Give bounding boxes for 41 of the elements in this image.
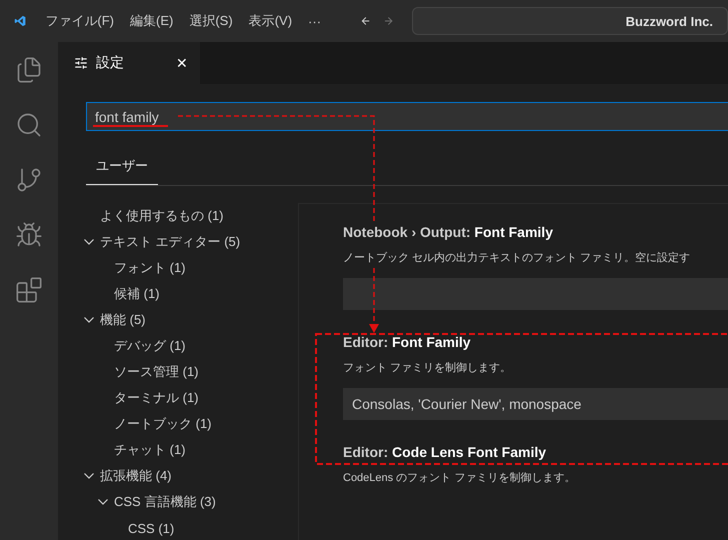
sliders-icon bbox=[74, 56, 88, 70]
setting-title: Editor: Font Family bbox=[343, 334, 472, 350]
tree-item[interactable]: 機能 (5) bbox=[58, 307, 298, 333]
chevron-icon bbox=[98, 499, 108, 505]
setting-input-field[interactable]: Consolas, 'Courier New', monospace bbox=[343, 388, 728, 420]
tree-item[interactable]: CSS (1) bbox=[58, 515, 298, 540]
tree-item[interactable]: CSS 言語機能 (3) bbox=[58, 489, 298, 515]
menu-item[interactable]: 表示(V) bbox=[242, 8, 298, 34]
setting-description: ノートブック セル内の出力テキストのフォント ファミリ。空に設定す bbox=[343, 250, 692, 265]
tree-item[interactable]: よく使用するもの (1) bbox=[58, 203, 298, 229]
tree-item[interactable]: ノートブック (1) bbox=[58, 411, 298, 437]
tree-item[interactable]: 拡張機能 (4) bbox=[58, 463, 298, 489]
setting-title: Editor: Code Lens Font Family bbox=[343, 444, 548, 460]
tree-item[interactable]: テキスト エディター (5) bbox=[58, 229, 298, 255]
chevron-icon bbox=[84, 473, 94, 479]
menu-item[interactable]: 選択(S) bbox=[183, 8, 239, 34]
menu-item[interactable]: ··· bbox=[302, 10, 328, 32]
source-control-icon[interactable] bbox=[15, 166, 43, 194]
files-icon[interactable] bbox=[15, 56, 43, 84]
tree-item[interactable]: ターミナル (1) bbox=[58, 385, 298, 411]
search-icon[interactable] bbox=[15, 111, 43, 139]
scope-tab[interactable]: ユーザー bbox=[86, 149, 158, 185]
search-field[interactable]: font family bbox=[86, 102, 728, 131]
tree-item[interactable]: フォント (1) bbox=[58, 255, 298, 281]
chevron-icon bbox=[84, 239, 94, 245]
tree-item[interactable]: チャット (1) bbox=[58, 437, 298, 463]
extensions-icon[interactable] bbox=[15, 276, 43, 304]
tree-item[interactable]: デバッグ (1) bbox=[58, 333, 298, 359]
close-button[interactable]: ✕ bbox=[174, 53, 190, 73]
debug-icon[interactable] bbox=[15, 221, 43, 249]
tree-item[interactable]: 候補 (1) bbox=[58, 281, 298, 307]
setting-description: フォント ファミリを制御します。 bbox=[343, 361, 512, 375]
setting-description: CodeLens のフォント ファミリを制御します。 bbox=[343, 471, 576, 485]
tree-item[interactable]: ソース管理 (1) bbox=[58, 359, 298, 385]
setting-input-field[interactable] bbox=[343, 278, 728, 310]
chevron-icon bbox=[84, 317, 94, 323]
editor-tab[interactable]: 設定 ✕ bbox=[58, 42, 200, 84]
setting-title: Notebook › Output: Font Family bbox=[343, 224, 554, 240]
command-center[interactable]: Buzzword Inc. bbox=[412, 7, 728, 35]
menu-item[interactable]: ファイル(F) bbox=[39, 8, 120, 34]
menu-item[interactable]: 編集(E) bbox=[124, 8, 180, 34]
